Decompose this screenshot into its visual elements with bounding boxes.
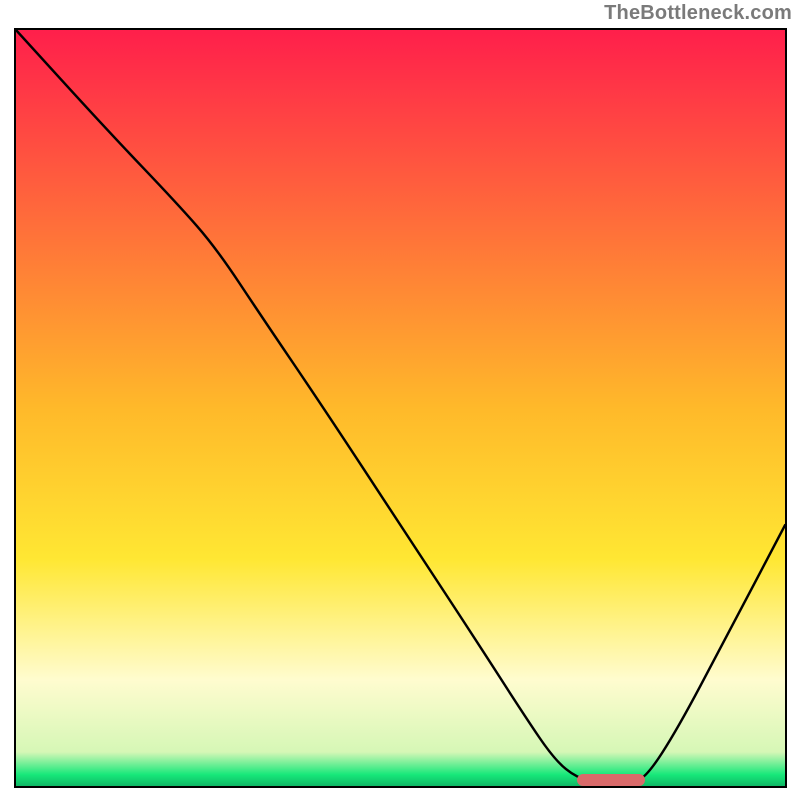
optimum-marker [577,774,645,786]
plot-area [14,28,787,788]
watermark-text: TheBottleneck.com [604,2,792,25]
curve [16,30,785,786]
chart-container: TheBottleneck.com [0,0,800,800]
